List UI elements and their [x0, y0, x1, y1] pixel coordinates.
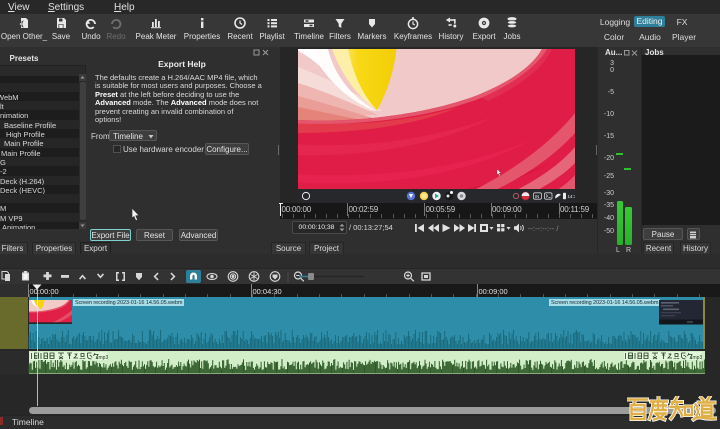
svg-text:mp3: mp3 [693, 354, 703, 359]
svg-text:mp3: mp3 [99, 354, 109, 359]
